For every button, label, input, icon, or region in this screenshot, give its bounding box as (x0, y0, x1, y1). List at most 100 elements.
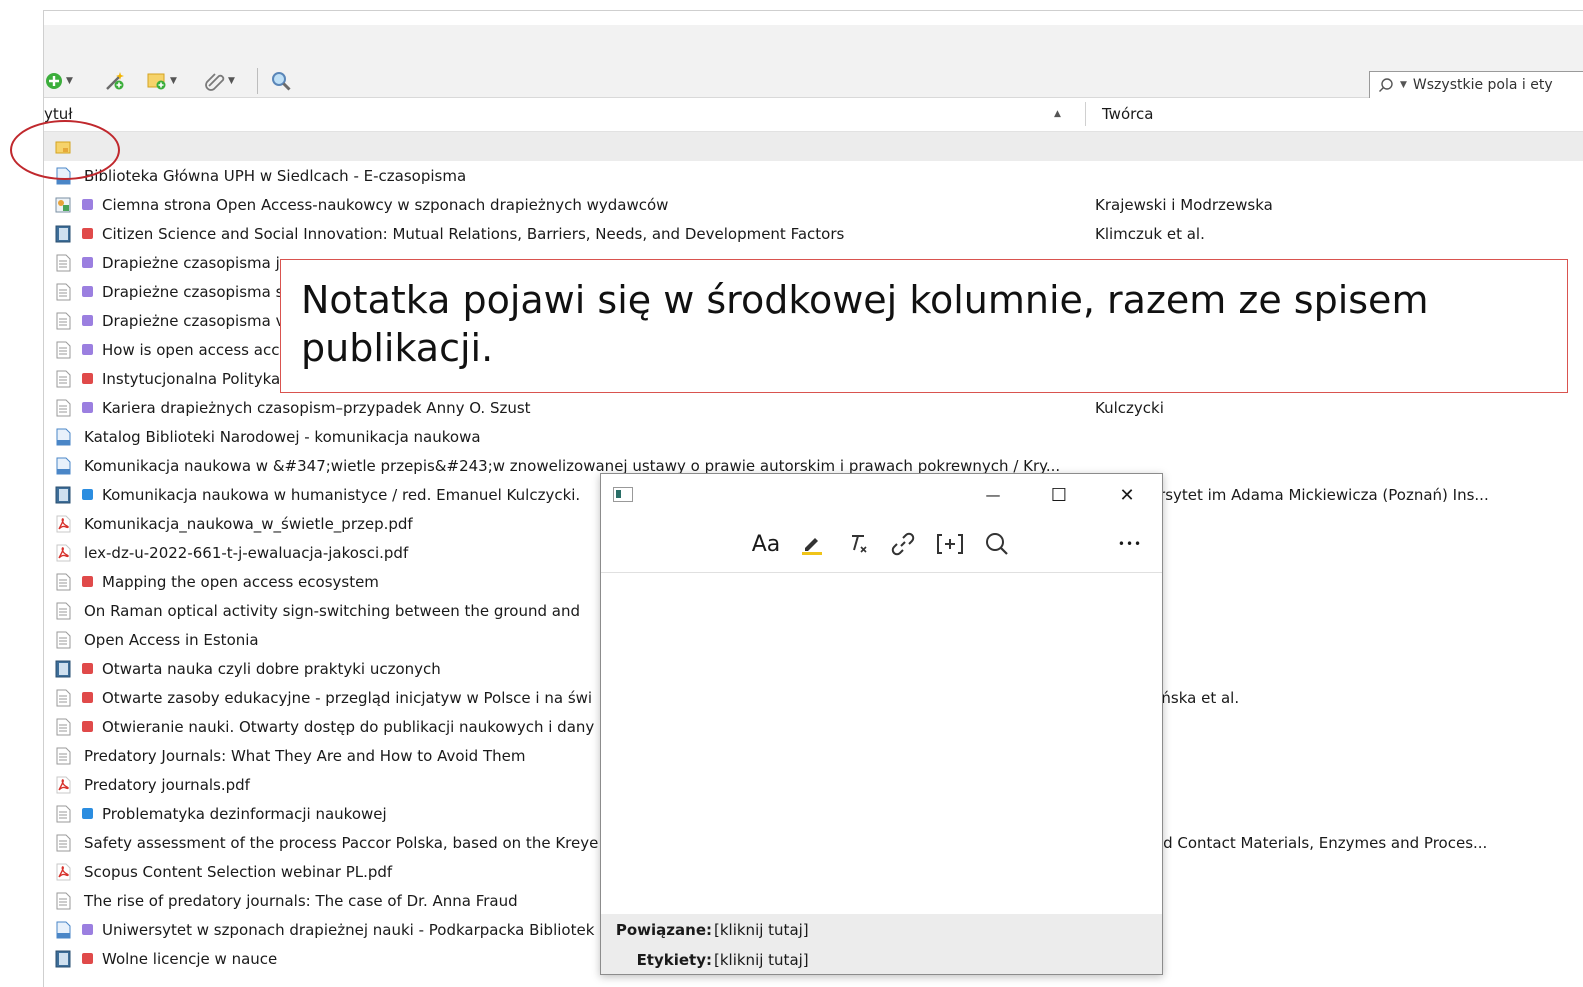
item-title: Wolne licencje w nauce (102, 950, 278, 968)
chevron-down-icon: ▼ (228, 76, 235, 86)
color-tag-icon (82, 576, 93, 587)
minimize-button[interactable]: — (973, 482, 1013, 508)
item-title: Citizen Science and Social Innovation: M… (102, 225, 845, 243)
note-add-icon (147, 73, 166, 90)
color-tag-icon (82, 199, 93, 210)
insert-citation-button[interactable] (933, 530, 967, 558)
highlighter-icon (802, 538, 822, 555)
more-options-button[interactable]: ••• (1113, 530, 1147, 558)
item-creator: Krajewski i Modrzewska (1095, 196, 1273, 214)
note-footer: Powiązane: [kliknij tutaj] Etykiety: [kl… (601, 914, 1162, 974)
highlight-button[interactable] (797, 530, 827, 558)
document-item-icon (54, 631, 72, 649)
search-field[interactable]: ▼ Wszystkie pola i ety (1369, 71, 1583, 99)
item-title: Predatory journals.pdf (84, 776, 250, 794)
color-tag-icon (82, 257, 93, 268)
item-title: Safety assessment of the process Paccor … (84, 834, 599, 852)
document-item-icon (54, 573, 72, 591)
color-tag-icon (82, 953, 93, 964)
add-by-identifier-button[interactable] (104, 70, 126, 92)
pdf-item-icon (54, 515, 72, 533)
item-title: lex-dz-u-2022-661-t-j-ewaluacja-jakosci.… (84, 544, 409, 562)
related-link[interactable]: [kliknij tutaj] (714, 921, 809, 939)
minimize-icon: — (985, 486, 1001, 504)
color-tag-icon (82, 692, 93, 703)
table-row[interactable]: Citizen Science and Social Innovation: M… (44, 219, 1583, 248)
presentation-item-icon (54, 196, 72, 214)
citation-icon (937, 534, 963, 554)
document-item-icon (54, 341, 72, 359)
item-title: Otwarta nauka czyli dobre praktyki uczon… (102, 660, 441, 678)
link-icon (891, 532, 915, 556)
item-title: Scopus Content Selection webinar PL.pdf (84, 863, 393, 881)
item-title: Komunikacja_naukowa_w_świetle_przep.pdf (84, 515, 413, 533)
related-label: Powiązane: (615, 921, 712, 939)
related-row: Powiązane: [kliknij tutaj] (601, 916, 1162, 944)
search-mode-dropdown-icon[interactable]: ▼ (1400, 80, 1407, 90)
item-title: Drapieżne czasopisma s (102, 283, 284, 301)
item-title: Katalog Biblioteki Narodowej - komunikac… (84, 428, 481, 446)
format-text-icon: Aa (751, 531, 781, 557)
highlight-circle-annotation (10, 120, 120, 180)
item-title: How is open access acc (102, 341, 280, 359)
document-item-icon (54, 254, 72, 272)
table-row[interactable]: Ciemna strona Open Access-naukowcy w szp… (44, 190, 1583, 219)
column-creator-header[interactable]: Twórca (1102, 105, 1153, 123)
tags-link[interactable]: [kliknij tutaj] (714, 951, 809, 969)
color-tag-icon (82, 808, 93, 819)
pdf-item-icon (54, 863, 72, 881)
item-title: Ciemna strona Open Access-naukowcy w szp… (102, 196, 669, 214)
clear-formatting-icon (852, 535, 867, 553)
format-text-button[interactable]: Aa (749, 530, 783, 558)
note-window-titlebar[interactable]: — ☐ ✕ (601, 474, 1162, 514)
find-button[interactable] (981, 530, 1013, 558)
tags-row: Etykiety: [kliknij tutaj] (601, 946, 1162, 974)
chevron-down-icon: ▼ (66, 76, 73, 86)
note-app-icon (613, 487, 633, 502)
color-tag-icon (82, 721, 93, 732)
item-title: Problematyka dezinformacji naukowej (102, 805, 387, 823)
document-item-icon (54, 892, 72, 910)
color-tag-icon (82, 373, 93, 384)
color-tag-icon (82, 286, 93, 297)
search-icon (1379, 78, 1393, 92)
magnifier-icon (272, 72, 291, 91)
attachment-button[interactable]: ▼ (204, 70, 235, 92)
book-item-icon (54, 486, 72, 504)
table-row[interactable] (44, 132, 1583, 161)
table-row[interactable]: Katalog Biblioteki Narodowej - komunikac… (44, 422, 1583, 451)
toolbar-divider (257, 68, 258, 94)
document-item-icon (54, 312, 72, 330)
instruction-text: Notatka pojawi się w środkowej kolumnie,… (301, 278, 1429, 370)
document-item-icon (54, 602, 72, 620)
color-tag-icon (82, 924, 93, 935)
maximize-icon: ☐ (1050, 484, 1068, 506)
chevron-down-icon: ▼ (170, 76, 177, 86)
table-row[interactable]: Kariera drapieżnych czasopism–przypadek … (44, 393, 1583, 422)
table-row[interactable]: Biblioteka Główna UPH w Siedlcach - E-cz… (44, 161, 1583, 190)
item-title: Predatory Journals: What They Are and Ho… (84, 747, 526, 765)
book-item-icon (54, 950, 72, 968)
paperclip-icon (205, 73, 225, 91)
pdf-item-icon (54, 544, 72, 562)
item-creator: Klimczuk et al. (1095, 225, 1205, 243)
clear-formatting-button[interactable] (843, 530, 873, 558)
maximize-button[interactable]: ☐ (1039, 482, 1079, 508)
document-item-icon (54, 747, 72, 765)
locate-button[interactable] (270, 70, 292, 92)
note-editor-body[interactable] (601, 573, 1162, 914)
column-divider[interactable] (1085, 102, 1086, 126)
color-tag-icon (82, 315, 93, 326)
item-title: Open Access in Estonia (84, 631, 259, 649)
new-note-button[interactable]: ▼ (146, 70, 177, 92)
close-button[interactable]: ✕ (1107, 482, 1147, 508)
new-item-button[interactable]: ▼ (44, 70, 73, 92)
item-creator: Kulczycki (1095, 399, 1164, 417)
item-title: Uniwersytet w szponach drapieżnej nauki … (102, 921, 595, 939)
item-title: Kariera drapieżnych czasopism–przypadek … (102, 399, 531, 417)
item-title: On Raman optical activity sign-switching… (84, 602, 580, 620)
item-title: Mapping the open access ecosystem (102, 573, 379, 591)
sort-ascending-icon: ▲ (1054, 109, 1061, 119)
insert-link-button[interactable] (887, 530, 919, 558)
document-item-icon (54, 689, 72, 707)
